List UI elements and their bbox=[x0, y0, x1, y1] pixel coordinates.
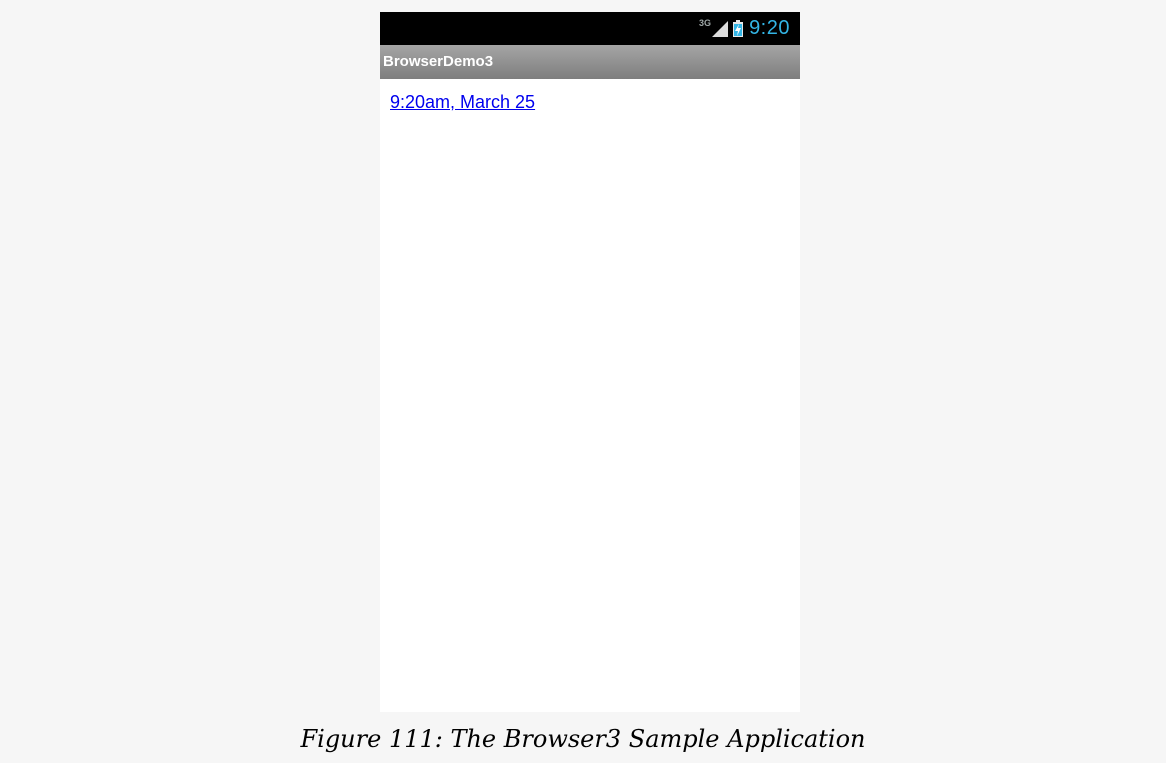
status-clock: 9:20 bbox=[749, 17, 790, 39]
device-screen: 3G 9:20 BrowserDemo3 9:20am, March 25 bbox=[380, 12, 800, 712]
action-bar: BrowserDemo3 bbox=[380, 45, 800, 79]
signal-strength-icon bbox=[712, 20, 729, 37]
webview[interactable]: 9:20am, March 25 bbox=[380, 79, 800, 712]
status-icons: 3G 9:20 bbox=[699, 12, 790, 45]
page: 3G 9:20 BrowserDemo3 9:20am, March 25 Fi… bbox=[0, 0, 1166, 763]
status-bar: 3G 9:20 bbox=[380, 12, 800, 45]
battery-charging-icon bbox=[733, 20, 744, 37]
app-title: BrowserDemo3 bbox=[383, 53, 494, 70]
time-link[interactable]: 9:20am, March 25 bbox=[390, 92, 535, 113]
figure-caption: Figure 111: The Browser3 Sample Applicat… bbox=[300, 724, 866, 753]
network-type-label: 3G bbox=[699, 17, 712, 28]
